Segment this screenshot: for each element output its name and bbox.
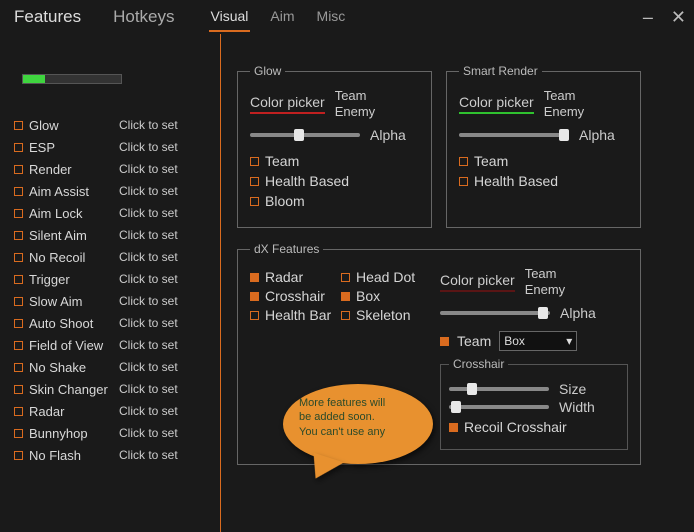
feature-label: Radar [29, 404, 119, 419]
feature-checkbox[interactable] [14, 253, 23, 262]
feature-label: No Recoil [29, 250, 119, 265]
feature-hotkey-set[interactable]: Click to set [119, 250, 178, 264]
dx-team-label[interactable]: Team [525, 266, 565, 282]
subtab-misc[interactable]: Misc [315, 2, 348, 32]
dx-checkbox[interactable] [341, 292, 350, 301]
crosshair-size-slider[interactable] [449, 387, 549, 391]
feature-label: Aim Lock [29, 206, 119, 221]
glow-alpha-slider[interactable] [250, 133, 360, 137]
dx-alpha-slider[interactable] [440, 311, 550, 315]
glow-team-label[interactable]: Team [335, 88, 375, 104]
feature-hotkey-set[interactable]: Click to set [119, 382, 178, 396]
dx-checkbox[interactable] [341, 311, 350, 320]
dx-alpha-label: Alpha [560, 305, 596, 321]
feature-label: No Flash [29, 448, 119, 463]
feature-label: Field of View [29, 338, 119, 353]
feature-hotkey-set[interactable]: Click to set [119, 228, 178, 242]
feature-checkbox[interactable] [14, 407, 23, 416]
progress-bar [22, 74, 122, 84]
feature-checkbox[interactable] [14, 341, 23, 350]
smart-alpha-label: Alpha [579, 127, 615, 143]
feature-label: Skin Changer [29, 382, 119, 397]
feature-hotkey-set[interactable]: Click to set [119, 206, 178, 220]
feature-hotkey-set[interactable]: Click to set [119, 162, 178, 176]
feature-hotkey-set[interactable]: Click to set [119, 294, 178, 308]
feature-label: Trigger [29, 272, 119, 287]
feature-label: ESP [29, 140, 119, 155]
glow-alpha-label: Alpha [370, 127, 406, 143]
feature-label: Auto Shoot [29, 316, 119, 331]
dx-color-picker[interactable]: Color picker [440, 272, 515, 292]
feature-label: No Shake [29, 360, 119, 375]
crosshair-group: Crosshair Size Width Recoil Crosshair [440, 357, 628, 450]
dx-checkbox[interactable] [341, 273, 350, 282]
feature-label: Aim Assist [29, 184, 119, 199]
smart-team-label[interactable]: Team [544, 88, 584, 104]
glow-color-picker[interactable]: Color picker [250, 94, 325, 114]
tab-hotkeys[interactable]: Hotkeys [107, 3, 180, 31]
glow-bloom-checkbox[interactable] [250, 197, 259, 206]
feature-hotkey-set[interactable]: Click to set [119, 272, 178, 286]
glow-title: Glow [250, 64, 285, 78]
feature-checkbox[interactable] [14, 319, 23, 328]
glow-team-checkbox[interactable] [250, 157, 259, 166]
feature-label: Slow Aim [29, 294, 119, 309]
tab-features[interactable]: Features [8, 3, 87, 31]
feature-checkbox[interactable] [14, 275, 23, 284]
feature-checkbox[interactable] [14, 297, 23, 306]
feature-checkbox[interactable] [14, 165, 23, 174]
feature-hotkey-set[interactable]: Click to set [119, 360, 178, 374]
glow-panel: Glow Color picker Team Enemy Alpha Team … [237, 64, 432, 228]
feature-hotkey-set[interactable]: Click to set [119, 140, 178, 154]
smart-title: Smart Render [459, 64, 542, 78]
smart-color-picker[interactable]: Color picker [459, 94, 534, 114]
feature-label: Silent Aim [29, 228, 119, 243]
feature-checkbox[interactable] [14, 385, 23, 394]
chevron-down-icon: ▾ [566, 334, 572, 348]
subtab-aim[interactable]: Aim [268, 2, 296, 32]
dx-checkbox[interactable] [250, 292, 259, 301]
glow-enemy-label[interactable]: Enemy [335, 104, 375, 120]
recoil-crosshair-checkbox[interactable] [449, 423, 458, 432]
glow-health-checkbox[interactable] [250, 177, 259, 186]
crosshair-width-slider[interactable] [449, 405, 549, 409]
minimize-icon[interactable]: – [643, 7, 653, 28]
info-bubble: More features will be added soon. You ca… [283, 384, 433, 479]
feature-checkbox[interactable] [14, 231, 23, 240]
feature-checkbox[interactable] [14, 451, 23, 460]
feature-hotkey-set[interactable]: Click to set [119, 404, 178, 418]
feature-hotkey-set[interactable]: Click to set [119, 338, 178, 352]
feature-checkbox[interactable] [14, 209, 23, 218]
close-icon[interactable]: ✕ [671, 7, 686, 28]
feature-checkbox[interactable] [14, 187, 23, 196]
smart-team-checkbox[interactable] [459, 157, 468, 166]
feature-checkbox[interactable] [14, 429, 23, 438]
feature-hotkey-set[interactable]: Click to set [119, 448, 178, 462]
subtab-visual[interactable]: Visual [209, 2, 251, 32]
dx-title: dX Features [250, 242, 323, 256]
feature-hotkey-set[interactable]: Click to set [119, 118, 178, 132]
dx-enemy-label[interactable]: Enemy [525, 282, 565, 298]
sidebar: GlowClick to setESPClick to setRenderCli… [0, 34, 220, 532]
feature-checkbox[interactable] [14, 121, 23, 130]
dx-checkbox[interactable] [250, 311, 259, 320]
dx-team-checkbox[interactable] [440, 337, 449, 346]
smart-enemy-label[interactable]: Enemy [544, 104, 584, 120]
feature-checkbox[interactable] [14, 143, 23, 152]
feature-checkbox[interactable] [14, 363, 23, 372]
feature-hotkey-set[interactable]: Click to set [119, 316, 178, 330]
visual-panel: Glow Color picker Team Enemy Alpha Team … [220, 34, 694, 532]
dx-checkbox[interactable] [250, 273, 259, 282]
smart-alpha-slider[interactable] [459, 133, 569, 137]
feature-label: Glow [29, 118, 119, 133]
smart-render-panel: Smart Render Color picker Team Enemy Alp… [446, 64, 641, 228]
feature-hotkey-set[interactable]: Click to set [119, 184, 178, 198]
feature-label: Bunnyhop [29, 426, 119, 441]
dx-box-dropdown[interactable]: Box▾ [499, 331, 577, 351]
feature-hotkey-set[interactable]: Click to set [119, 426, 178, 440]
feature-label: Render [29, 162, 119, 177]
smart-health-checkbox[interactable] [459, 177, 468, 186]
